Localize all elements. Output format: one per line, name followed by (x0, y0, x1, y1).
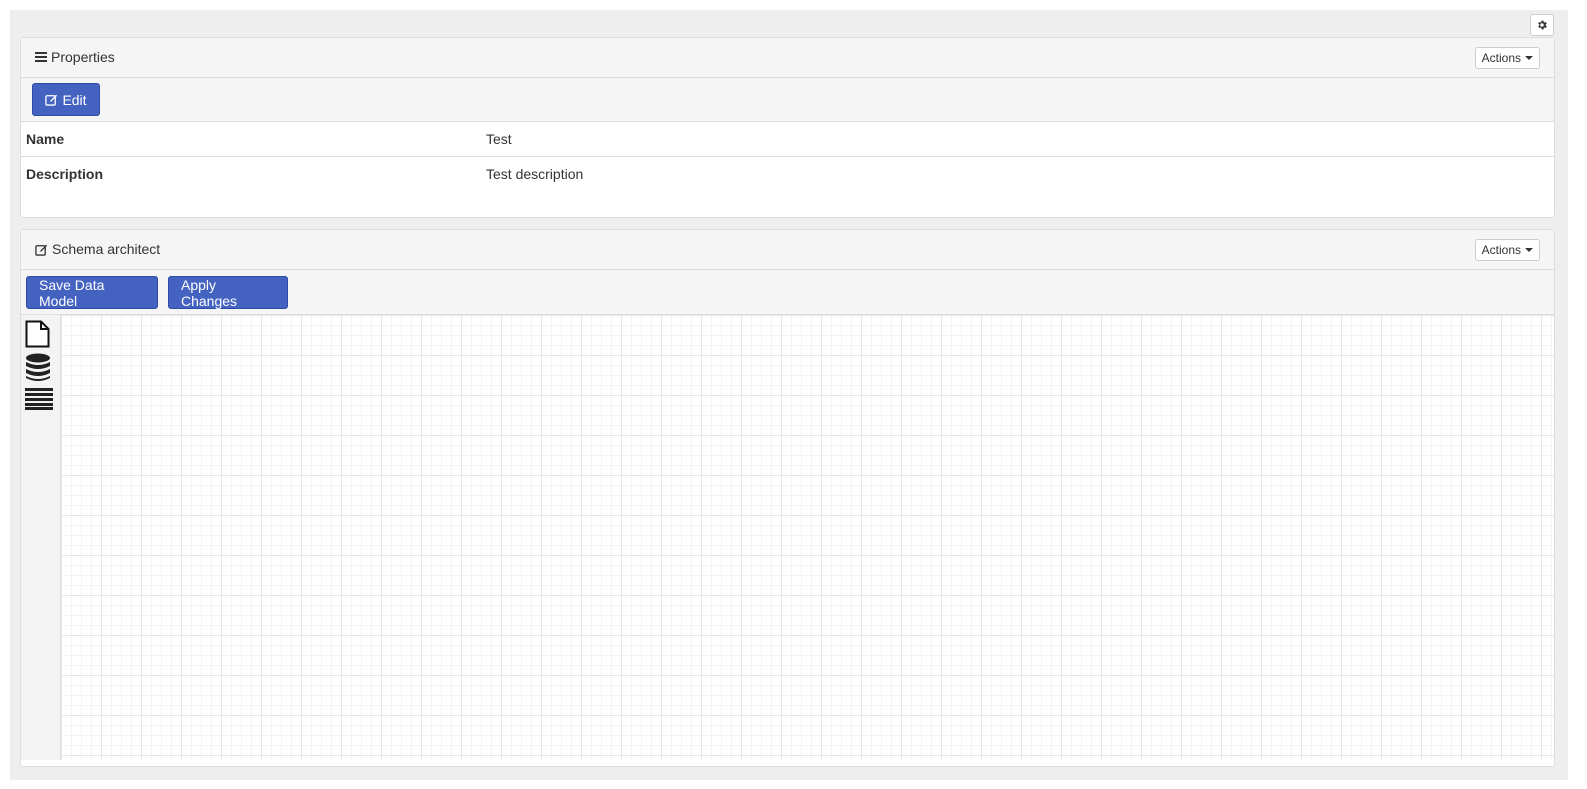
actions-label: Actions (1481, 51, 1521, 65)
schema-toolbar: Save Data Model Apply Changes (21, 270, 1554, 315)
properties-panel: Properties Actions Edit Name Test Descri… (20, 37, 1555, 218)
schema-canvas-area (21, 315, 1554, 760)
table-icon[interactable] (25, 388, 53, 410)
property-row: Description Test description (21, 157, 1554, 192)
properties-actions-button[interactable]: Actions (1474, 47, 1540, 69)
properties-panel-heading: Properties Actions (21, 38, 1554, 78)
save-data-model-button[interactable]: Save Data Model (26, 276, 158, 309)
shape-palette (21, 315, 61, 760)
apply-changes-button[interactable]: Apply Changes (168, 276, 288, 309)
schema-architect-panel: Schema architect Actions Save Data Model… (20, 229, 1555, 767)
property-value: Test (486, 131, 512, 147)
property-row: Name Test (21, 122, 1554, 157)
edit-icon (45, 94, 58, 106)
database-icon[interactable] (25, 353, 51, 383)
properties-title: Properties (35, 49, 115, 65)
bars-icon (35, 52, 47, 62)
edit-button[interactable]: Edit (32, 83, 100, 116)
properties-toolbar: Edit (21, 78, 1554, 122)
schema-actions-button[interactable]: Actions (1474, 239, 1540, 261)
edit-label: Edit (62, 91, 87, 108)
schema-diagram-canvas[interactable] (61, 315, 1554, 760)
settings-button[interactable] (1530, 14, 1554, 36)
edit-icon (35, 244, 48, 256)
property-key: Name (26, 131, 65, 147)
actions-label: Actions (1481, 243, 1521, 257)
schema-panel-heading: Schema architect Actions (21, 230, 1554, 270)
gear-icon (1538, 20, 1547, 30)
property-key: Description (26, 166, 104, 182)
file-icon[interactable] (25, 320, 50, 348)
properties-title-label: Properties (51, 49, 115, 65)
schema-title: Schema architect (35, 241, 160, 257)
property-value: Test description (486, 166, 584, 182)
save-data-model-label: Save Data Model (39, 276, 105, 309)
caret-down-icon (1525, 248, 1533, 252)
caret-down-icon (1525, 56, 1533, 60)
schema-title-label: Schema architect (52, 241, 161, 257)
apply-changes-label: Apply Changes (181, 276, 238, 309)
